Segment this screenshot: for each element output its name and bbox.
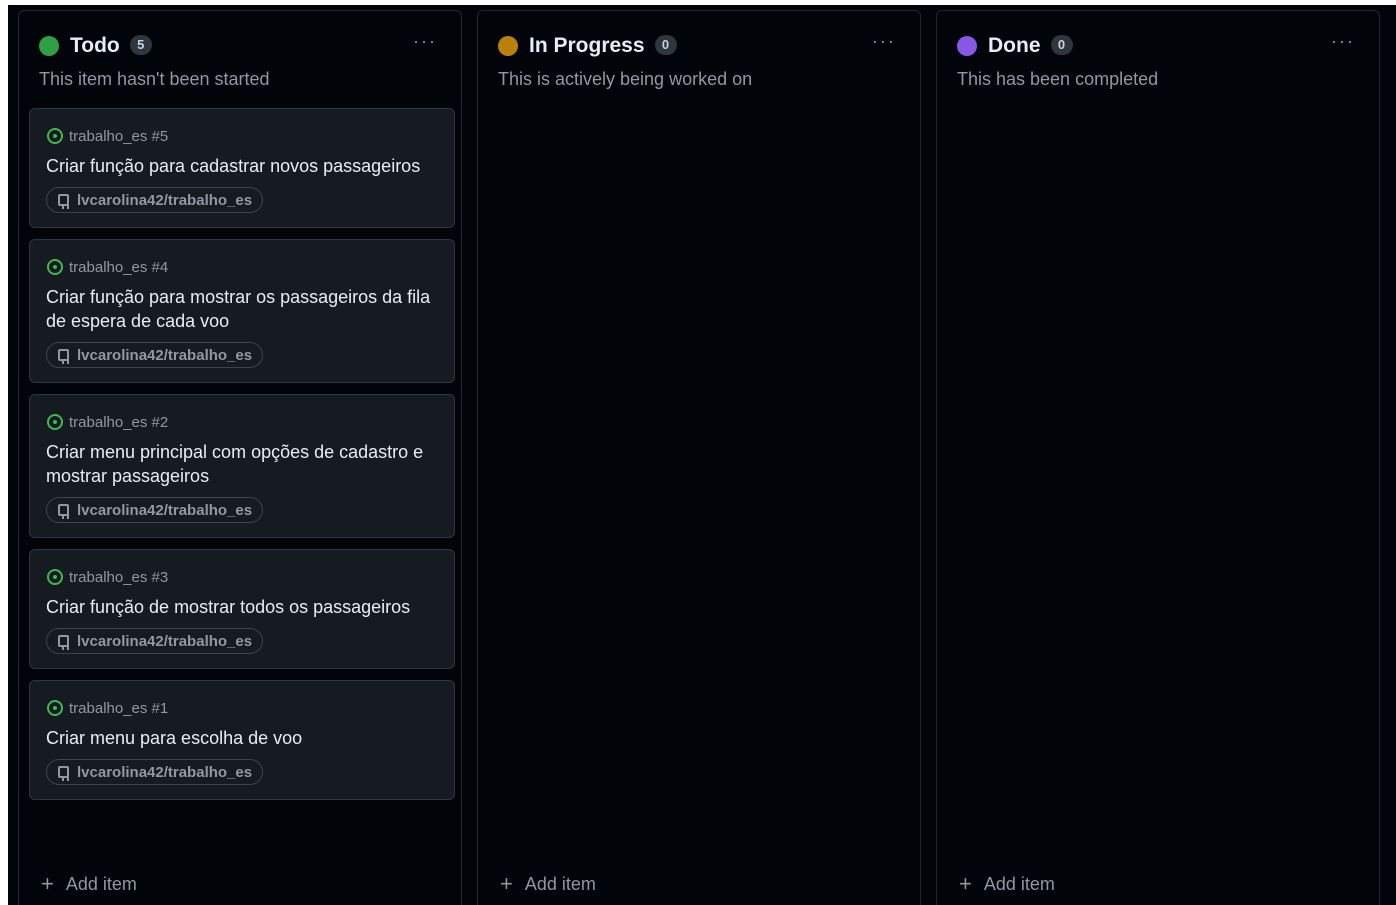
issue-open-icon xyxy=(47,414,63,430)
issue-reference[interactable]: trabalho_es #5 xyxy=(69,128,168,145)
column-description: This is actively being worked on xyxy=(498,69,753,89)
issue-title[interactable]: Criar função para mostrar os passageiros… xyxy=(46,285,438,333)
issue-reference[interactable]: trabalho_es #3 xyxy=(69,569,168,586)
column-title: Todo 5 xyxy=(70,34,152,58)
issue-card[interactable]: trabalho_es #2 Criar menu principal com … xyxy=(29,394,455,538)
card-list: trabalho_es #5 Criar função para cadastr… xyxy=(29,108,455,811)
issue-open-icon xyxy=(47,128,63,144)
column-in-progress: In Progress 0 ··· This is actively being … xyxy=(477,10,921,905)
plus-icon: + xyxy=(41,871,54,896)
project-board: Todo 5 ··· This item hasn't been started … xyxy=(8,5,1396,905)
column-todo: Todo 5 ··· This item hasn't been started … xyxy=(18,10,462,905)
repo-icon xyxy=(58,349,69,364)
issue-card[interactable]: trabalho_es #1 Criar menu para escolha d… xyxy=(29,680,455,800)
issue-title[interactable]: Criar menu para escolha de voo xyxy=(46,726,438,750)
issue-card[interactable]: trabalho_es #5 Criar função para cadastr… xyxy=(29,108,455,228)
plus-icon: + xyxy=(959,871,972,896)
column-menu-button[interactable]: ··· xyxy=(413,31,437,52)
issue-open-icon xyxy=(47,259,63,275)
issue-card[interactable]: trabalho_es #3 Criar função de mostrar t… xyxy=(29,549,455,669)
issue-open-icon xyxy=(47,700,63,716)
column-description: This has been completed xyxy=(957,69,1159,89)
plus-icon: + xyxy=(500,871,513,896)
issue-title[interactable]: Criar função para cadastrar novos passag… xyxy=(46,154,438,178)
add-item-button[interactable]: + Add item xyxy=(41,871,137,897)
add-item-button[interactable]: + Add item xyxy=(959,871,1055,897)
column-header: In Progress 0 ··· xyxy=(498,31,906,59)
column-menu-button[interactable]: ··· xyxy=(872,31,896,52)
column-description: This item hasn't been started xyxy=(39,69,270,89)
item-count-badge: 0 xyxy=(1050,35,1073,55)
repo-icon xyxy=(58,504,69,519)
issue-title[interactable]: Criar menu principal com opções de cadas… xyxy=(46,440,438,488)
column-done: Done 0 ··· This has been completed + Add i… xyxy=(936,10,1380,905)
repo-label[interactable]: lvcarolina42/trabalho_es xyxy=(46,342,264,368)
issue-reference[interactable]: trabalho_es #1 xyxy=(69,700,168,717)
column-menu-button[interactable]: ··· xyxy=(1331,31,1355,52)
item-count-badge: 5 xyxy=(129,35,152,55)
status-dot-icon xyxy=(39,36,59,56)
issue-open-icon xyxy=(47,569,63,585)
status-dot-icon xyxy=(498,36,518,56)
repo-label[interactable]: lvcarolina42/trabalho_es xyxy=(46,628,264,654)
issue-card[interactable]: trabalho_es #4 Criar função para mostrar… xyxy=(29,239,455,383)
column-header: Done 0 ··· xyxy=(957,31,1365,59)
issue-title[interactable]: Criar função de mostrar todos os passage… xyxy=(46,595,438,619)
repo-label[interactable]: lvcarolina42/trabalho_es xyxy=(46,497,264,523)
issue-reference[interactable]: trabalho_es #2 xyxy=(69,414,168,431)
repo-label[interactable]: lvcarolina42/trabalho_es xyxy=(46,187,264,213)
status-dot-icon xyxy=(957,36,977,56)
column-header: Todo 5 ··· xyxy=(39,31,447,59)
repo-icon xyxy=(58,766,69,781)
repo-icon xyxy=(58,635,69,650)
repo-icon xyxy=(58,194,69,209)
add-item-button[interactable]: + Add item xyxy=(500,871,596,897)
issue-reference[interactable]: trabalho_es #4 xyxy=(69,259,168,276)
repo-label[interactable]: lvcarolina42/trabalho_es xyxy=(46,759,264,785)
column-title: Done 0 xyxy=(988,34,1073,58)
column-title: In Progress 0 xyxy=(529,34,677,58)
item-count-badge: 0 xyxy=(654,35,677,55)
